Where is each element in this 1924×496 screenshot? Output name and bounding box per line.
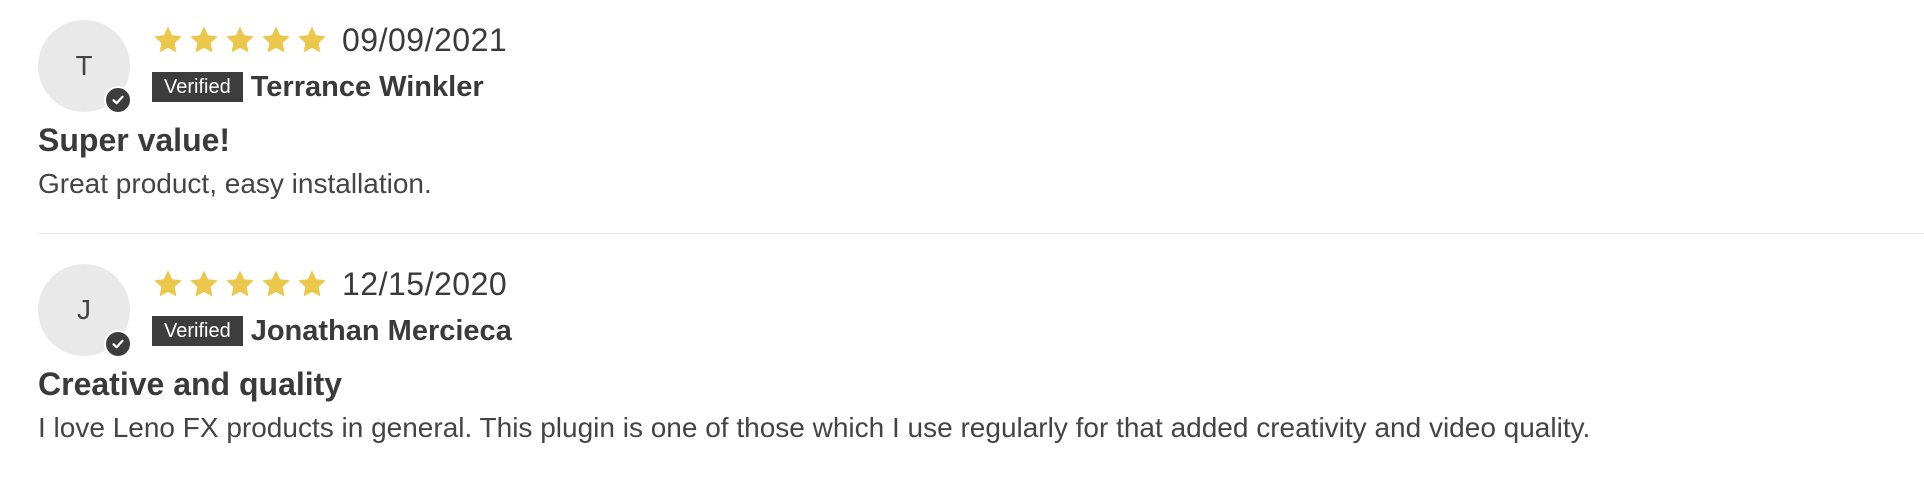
review-title: Creative and quality: [38, 366, 343, 402]
rating-row: 12/15/2020: [152, 264, 512, 304]
star-icon: [298, 270, 326, 297]
star-icon: [262, 26, 290, 53]
verified-check-icon: [104, 330, 132, 358]
star-rating: [152, 268, 332, 300]
author-name: Jonathan Mercieca: [250, 314, 512, 347]
review-date: 09/09/2021: [342, 21, 508, 58]
star-icon: [226, 270, 254, 297]
author-row: Verified Terrance Winkler: [152, 70, 507, 104]
verified-badge: Verified: [152, 72, 243, 102]
review-body: I love Leno FX products in general. This…: [38, 412, 1591, 443]
author-row: Verified Jonathan Mercieca: [152, 314, 512, 348]
review-date: 12/15/2020: [342, 265, 508, 302]
avatar: T: [38, 20, 132, 114]
avatar-initial: T: [75, 50, 93, 81]
star-icon: [262, 270, 290, 297]
avatar-initial: J: [77, 294, 91, 325]
star-icon: [190, 270, 218, 297]
author-name: Terrance Winkler: [250, 70, 484, 103]
star-rating: [152, 24, 332, 56]
review-title: Super value!: [38, 122, 231, 158]
review-body: Great product, easy installation.: [38, 168, 432, 199]
star-icon: [298, 26, 326, 53]
star-icon: [226, 26, 254, 53]
star-icon: [154, 26, 182, 53]
avatar: J: [38, 264, 132, 358]
review-meta: 09/09/2021 Verified Terrance Winkler: [152, 20, 507, 104]
verified-check-icon: [104, 86, 132, 114]
rating-row: 09/09/2021: [152, 20, 507, 60]
star-icon: [154, 270, 182, 297]
review-meta: 12/15/2020 Verified Jonathan Mercieca: [152, 264, 512, 348]
star-icon: [190, 26, 218, 53]
verified-badge: Verified: [152, 316, 243, 346]
review-divider: [38, 233, 1924, 234]
